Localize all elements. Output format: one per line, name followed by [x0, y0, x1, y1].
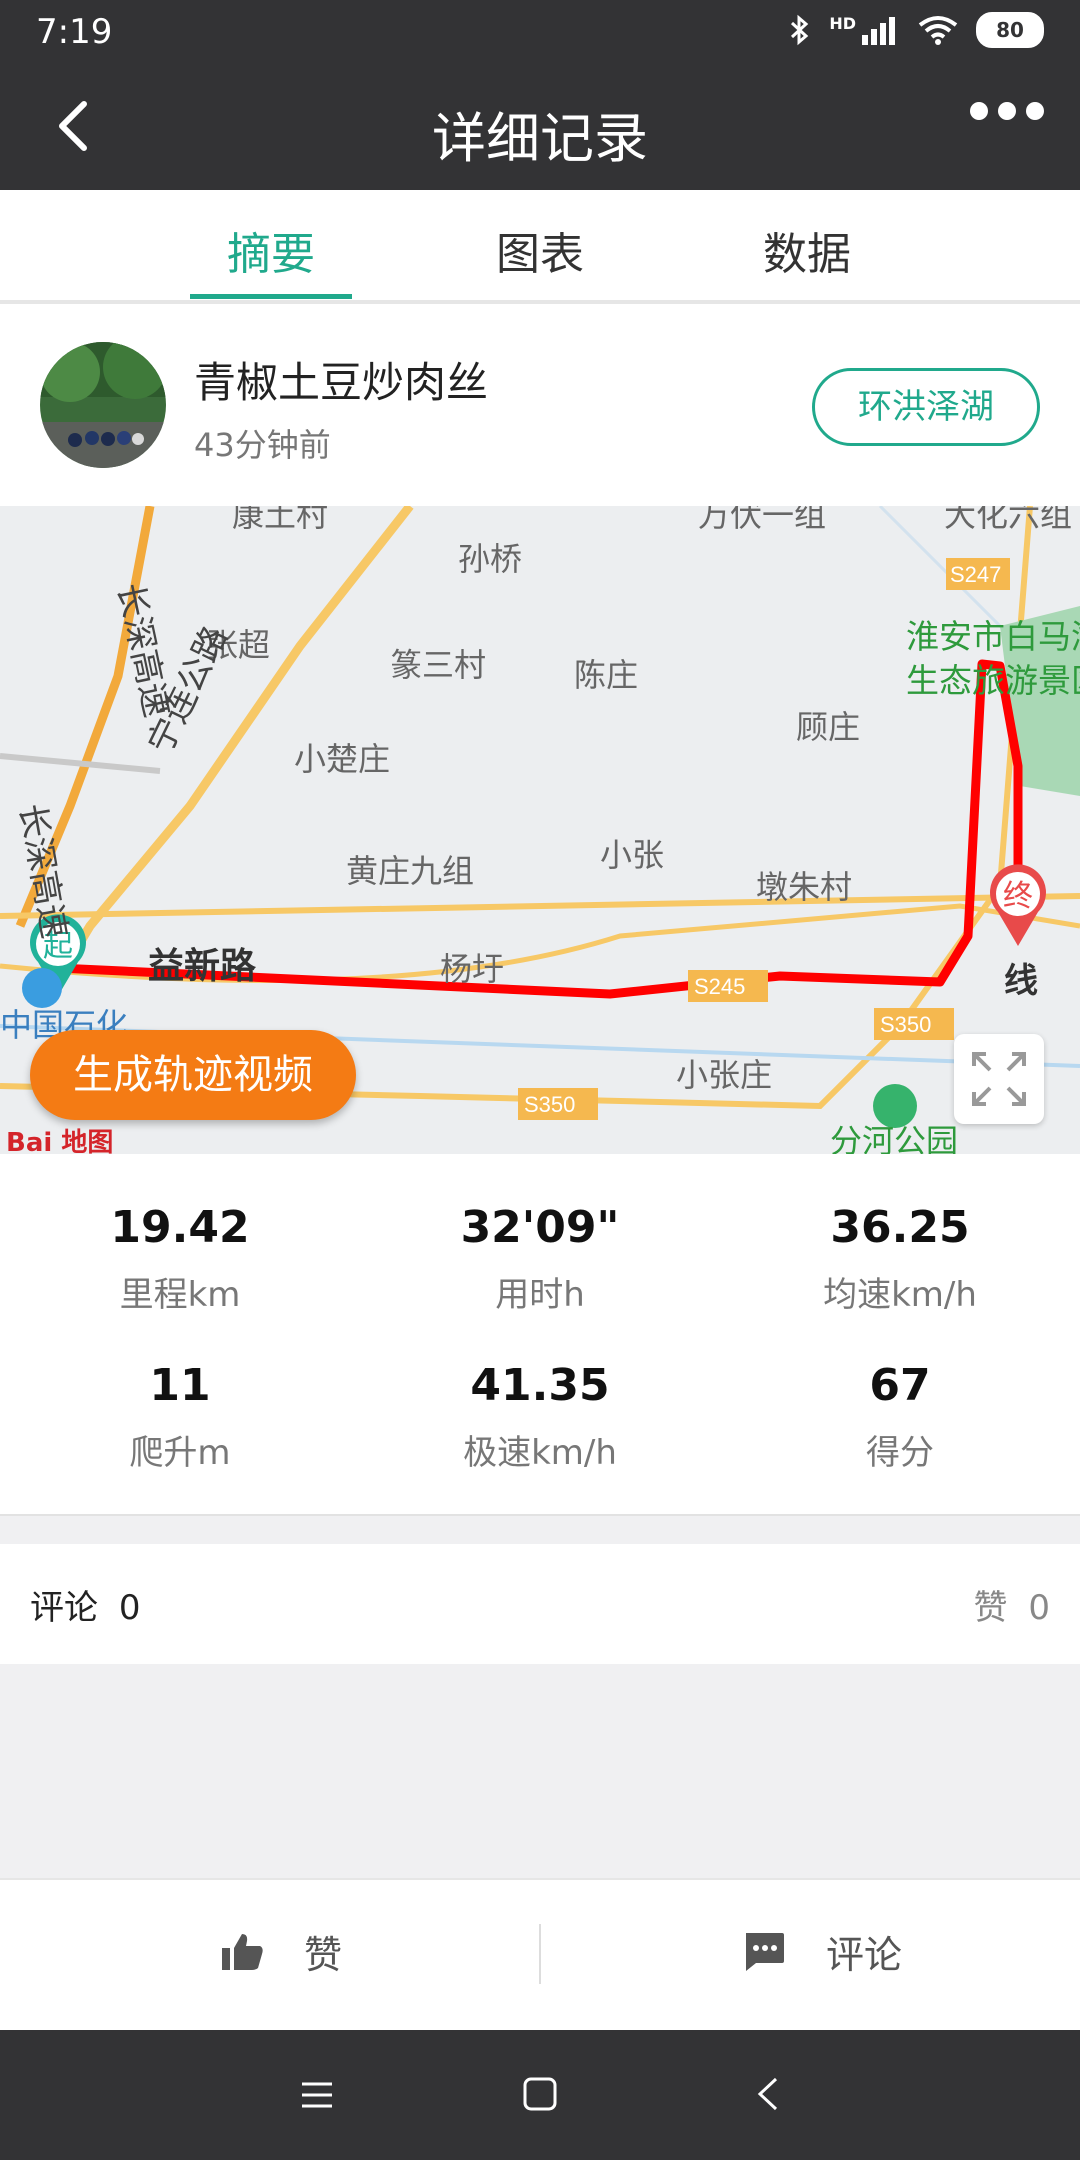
route-badge[interactable]: 环洪泽湖: [812, 368, 1040, 446]
menu-icon[interactable]: [300, 2078, 334, 2112]
map-label: 小张庄: [676, 1057, 772, 1093]
stat-value: 41.35: [470, 1360, 610, 1411]
comment-button-label: 评论: [826, 1933, 903, 1977]
expand-icon: [972, 1052, 1026, 1106]
map-label: S350: [524, 1092, 575, 1117]
map-label: S245: [694, 974, 745, 999]
stat-label: 爬升m: [129, 1433, 231, 1473]
comment-icon: [746, 1932, 784, 1971]
map-label: S350: [880, 1012, 931, 1037]
comment-count-row[interactable]: 评论 0: [30, 1580, 140, 1629]
route-map[interactable]: 起 终 康土村 万伏一组 大化六组 孙桥 S247 长深高速 张超 篆三村 陈庄…: [0, 506, 1080, 1154]
title-bar: 详细记录: [0, 64, 1080, 190]
more-options-button[interactable]: [970, 102, 1044, 120]
stat-value: 11: [149, 1360, 211, 1411]
map-label: 顾庄: [796, 709, 860, 745]
tab-charts[interactable]: 图表: [455, 218, 625, 282]
map-label: 益新路: [148, 945, 257, 986]
stat-label: 得分: [866, 1433, 934, 1473]
map-label: 生态旅游景区: [906, 662, 1080, 699]
map-label: 墩朱村: [756, 869, 852, 905]
generate-track-video-button[interactable]: 生成轨迹视频: [30, 1030, 356, 1120]
system-nav-bar: [0, 2030, 1080, 2160]
status-bar: 7:19 HD 80: [0, 0, 1080, 64]
map-label: 小张: [600, 837, 664, 873]
stat-duration: 32'09" 用时h: [360, 1202, 720, 1316]
comment-label: 评论: [30, 1588, 98, 1628]
bluetooth-icon: [791, 14, 809, 46]
like-label: 赞: [973, 1588, 1008, 1628]
map-label: 杨圩: [440, 951, 504, 987]
stat-label: 极速km/h: [463, 1433, 617, 1473]
active-tab-indicator: [190, 294, 352, 299]
thumbs-up-icon: [222, 1933, 263, 1970]
stat-max-speed: 41.35 极速km/h: [360, 1360, 720, 1474]
stat-value: 67: [869, 1360, 931, 1411]
stat-label: 用时h: [495, 1275, 585, 1315]
rider-name[interactable]: 青椒土豆炒肉丝: [194, 349, 488, 410]
signal-icon: [862, 17, 895, 45]
map-label: 康土村: [232, 506, 328, 533]
map-label: 孙桥: [458, 541, 522, 577]
tab-data[interactable]: 数据: [722, 218, 892, 282]
tab-bar: 摘要 图表 数据: [0, 190, 1080, 304]
stat-climb: 11 爬升m: [0, 1360, 360, 1474]
stat-value: 32'09": [460, 1202, 620, 1253]
map-label: 黄庄九组: [346, 853, 474, 889]
like-count: 0: [1028, 1588, 1050, 1628]
map-label: 大化六组: [944, 506, 1072, 533]
wifi-icon: [918, 16, 958, 45]
like-count-row[interactable]: 赞 0: [974, 1580, 1050, 1629]
map-label: 线: [1004, 962, 1038, 1000]
stat-value: 36.25: [830, 1202, 970, 1253]
stat-value: 19.42: [110, 1202, 250, 1253]
comment-button[interactable]: 评论: [742, 1924, 902, 1979]
comment-count: 0: [118, 1588, 141, 1628]
map-label: 淮安市白马湖: [906, 618, 1080, 655]
stat-avg-speed: 36.25 均速km/h: [720, 1202, 1080, 1316]
action-bar: 赞 评论: [0, 1878, 1080, 2032]
map-label: S247: [950, 562, 1001, 587]
map-label: 小楚庄: [294, 741, 390, 777]
ride-stats: 19.42 里程km 32'09" 用时h 36.25 均速km/h 11 爬升…: [0, 1154, 1080, 1516]
map-label: 篆三村: [390, 647, 486, 683]
status-time: 7:19: [36, 12, 113, 52]
like-button[interactable]: 赞: [220, 1924, 342, 1979]
action-divider: [539, 1924, 541, 1984]
network-hd-label: HD: [829, 13, 856, 33]
avatar[interactable]: [40, 342, 166, 468]
rider-info: 青椒土豆炒肉丝 43分钟前 环洪泽湖: [0, 304, 1080, 506]
stat-label: 均速km/h: [823, 1275, 977, 1315]
like-button-label: 赞: [304, 1933, 343, 1977]
map-label: 万伏一组: [698, 506, 826, 533]
stat-score: 67 得分: [720, 1360, 1080, 1474]
back-icon[interactable]: [754, 2076, 782, 2112]
tab-summary[interactable]: 摘要: [186, 218, 356, 282]
stat-distance: 19.42 里程km: [0, 1202, 360, 1316]
top-bar: 7:19 HD 80 详细记录: [0, 0, 1080, 190]
map-label: 陈庄: [574, 657, 638, 693]
page-title: 详细记录: [432, 107, 648, 170]
status-icons: HD 80: [789, 12, 1044, 48]
ride-time-ago: 43分钟前: [194, 426, 331, 464]
baidu-map-logo: Bai 地图: [6, 1128, 114, 1154]
fullscreen-button[interactable]: [954, 1034, 1044, 1124]
end-marker: 终: [1003, 880, 1033, 913]
map-label: 分河公园: [830, 1123, 958, 1154]
battery-level: 80: [996, 18, 1024, 42]
home-icon[interactable]: [522, 2076, 558, 2112]
comments-summary: 评论 0 赞 0: [0, 1544, 1080, 1664]
stat-label: 里程km: [119, 1275, 241, 1315]
battery-icon: 80: [976, 12, 1044, 48]
